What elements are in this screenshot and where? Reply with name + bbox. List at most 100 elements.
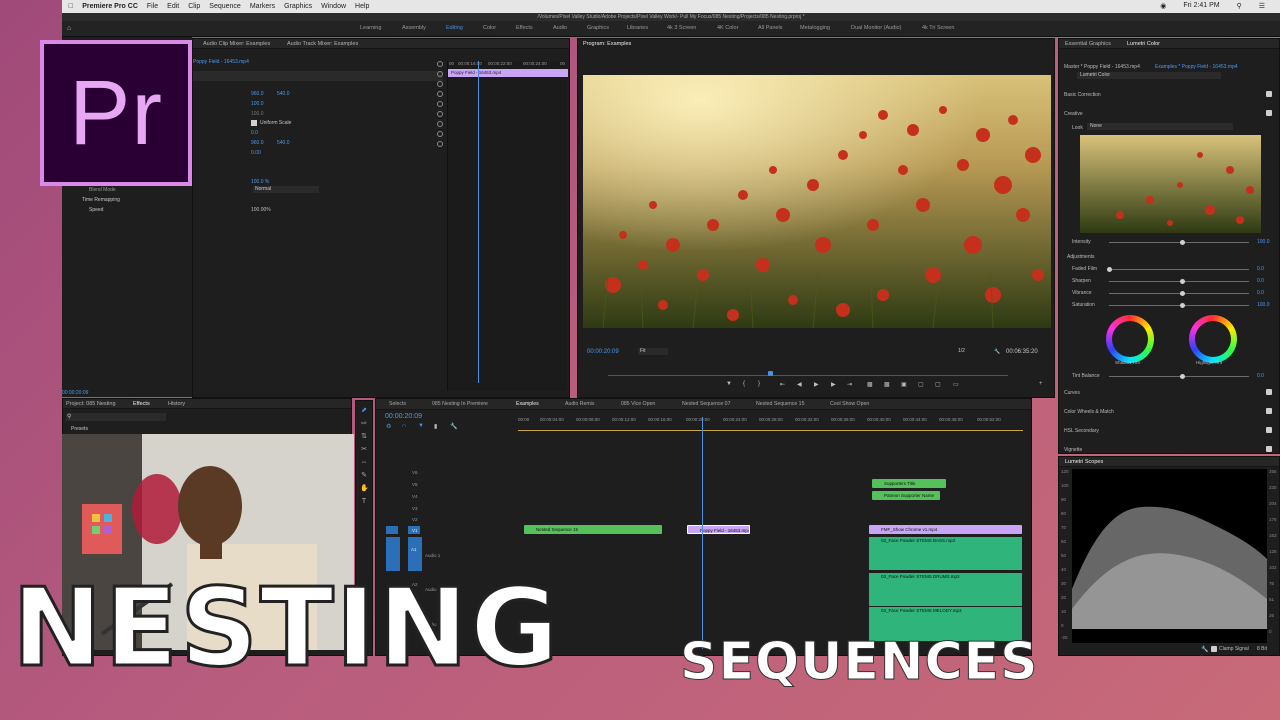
tab-lumetri-color[interactable]: Lumetri Color	[1127, 41, 1160, 47]
tab-seq-nested-07[interactable]: Nested Sequence 07	[682, 401, 730, 407]
track-v6-label[interactable]: V6	[412, 470, 418, 475]
tint-balance-slider[interactable]	[1109, 376, 1249, 377]
apple-icon[interactable]: 	[68, 3, 73, 10]
wifi-icon[interactable]: ◉	[1160, 2, 1166, 10]
reset-icon[interactable]	[437, 61, 443, 67]
intensity-slider[interactable]	[1109, 242, 1249, 243]
menu-window[interactable]: Window	[321, 3, 346, 10]
track-v1-label[interactable]: V1	[412, 528, 418, 533]
timeline-timecode[interactable]: 00:00:20:09	[385, 413, 422, 420]
adjustments-section[interactable]: Adjustments	[1067, 254, 1095, 260]
intensity-value[interactable]: 100.0	[1257, 239, 1270, 245]
look-select[interactable]: None	[1087, 123, 1233, 130]
search-icon[interactable]: ⚲	[1237, 2, 1242, 10]
speed-value[interactable]: 100.00%	[251, 207, 271, 213]
tint-balance-value[interactable]: 0.0	[1257, 373, 1264, 379]
workspace-dualmonitor[interactable]: Dual Monitor (Audio)	[851, 25, 901, 31]
vibrance-knob[interactable]	[1180, 291, 1185, 296]
slip-tool-icon[interactable]: ⇔	[360, 459, 368, 467]
fit-select[interactable]: Fit	[638, 348, 668, 355]
linked-selection-icon[interactable]: ∩	[402, 423, 406, 429]
mini-clip[interactable]: Poppy Field - 16453.mp4	[448, 69, 568, 77]
tab-seq-085-nesting[interactable]: 085 Nesting In Premiere	[432, 401, 488, 407]
vr-icon[interactable]: ▢	[935, 381, 941, 388]
go-to-in-icon[interactable]: ⇤	[780, 381, 785, 388]
position-y[interactable]: 540.0	[277, 91, 290, 97]
mark-in-icon[interactable]: {	[743, 381, 745, 387]
track-v4-label[interactable]: V4	[412, 494, 418, 499]
clock[interactable]: Fri 2:41 PM	[1183, 2, 1219, 10]
timeline-playhead[interactable]	[702, 417, 703, 649]
settings-wrench-icon[interactable]: 🔧	[450, 423, 457, 430]
snap-icon[interactable]: ♻	[386, 423, 391, 430]
source-v1-patch[interactable]	[386, 526, 398, 534]
faded-film-knob[interactable]	[1107, 267, 1112, 272]
sharpen-knob[interactable]	[1180, 279, 1185, 284]
play-icon[interactable]: ▶	[814, 381, 819, 388]
faded-film-value[interactable]: 0.0	[1257, 266, 1264, 272]
selection-tool-icon[interactable]: ⬈	[360, 407, 368, 415]
workspace-4ktri[interactable]: 4k Tri Screen	[922, 25, 954, 31]
menu-help[interactable]: Help	[355, 3, 369, 10]
faded-film-slider[interactable]	[1109, 269, 1249, 270]
basic-correction-checkbox[interactable]	[1266, 91, 1272, 97]
opacity-value[interactable]: 100.0 %	[251, 179, 269, 185]
tab-audio-clip-mixer[interactable]: Audio Clip Mixer: Examples	[203, 41, 270, 47]
effect-mini-timeline[interactable]: 00 00:00:16:00 00:00:22:00 00:00:24:00 0…	[447, 61, 568, 391]
mark-out-icon[interactable]: }	[758, 381, 760, 387]
track-a1-label[interactable]: A1	[411, 547, 417, 552]
anti-flicker-value[interactable]: 0.00	[251, 150, 261, 156]
menu-clip[interactable]: Clip	[188, 3, 200, 10]
scope-settings-icon[interactable]: 🔧	[1201, 646, 1208, 653]
look-preview-thumbnail[interactable]	[1080, 135, 1261, 233]
clamp-signal-checkbox[interactable]	[1211, 646, 1217, 652]
menu-graphics[interactable]: Graphics	[284, 3, 312, 10]
track-select-tool-icon[interactable]: ⇨	[360, 420, 368, 428]
vibrance-value[interactable]: 0.0	[1257, 290, 1264, 296]
extract-icon[interactable]: ▩	[884, 381, 890, 388]
vibrance-slider[interactable]	[1109, 293, 1249, 294]
tab-seq-cool-show[interactable]: Cool Show Open	[830, 401, 869, 407]
add-marker-icon[interactable]: ▼	[418, 423, 424, 429]
menu-markers[interactable]: Markers	[250, 3, 275, 10]
go-to-out-icon[interactable]: ⇥	[847, 381, 852, 388]
export-frame-icon[interactable]: ▣	[901, 381, 907, 388]
menu-file[interactable]: File	[147, 3, 158, 10]
work-area-bar[interactable]	[518, 430, 1023, 431]
reset-icon[interactable]	[437, 111, 443, 117]
tab-history[interactable]: History	[168, 401, 185, 407]
tab-seq-vice-open[interactable]: 085 Vice Open	[621, 401, 655, 407]
add-marker-icon[interactable]: ▼	[726, 381, 732, 387]
program-playhead[interactable]	[768, 371, 773, 376]
color-wheels-section[interactable]: Color Wheels & Match	[1064, 409, 1114, 415]
pen-tool-icon[interactable]: ✎	[360, 472, 368, 480]
tab-essential-graphics[interactable]: Essential Graphics	[1065, 41, 1111, 47]
workspace-allpanels[interactable]: All Panels	[758, 25, 782, 31]
highlight-tint-wheel[interactable]	[1189, 315, 1237, 363]
tab-seq-examples[interactable]: Examples	[516, 401, 539, 407]
home-icon[interactable]: ⌂	[67, 25, 75, 32]
resolution-select[interactable]: 1/2	[958, 348, 986, 355]
reset-icon[interactable]	[437, 141, 443, 147]
reset-icon[interactable]	[437, 101, 443, 107]
effects-search-input[interactable]	[66, 413, 166, 421]
track-v2-label[interactable]: V2	[412, 517, 418, 522]
tab-seq-nested-15[interactable]: Nested Sequence 15	[756, 401, 804, 407]
hand-tool-icon[interactable]: ✋	[360, 485, 369, 493]
bit-depth-select[interactable]: 8 Bit	[1257, 646, 1267, 652]
step-back-icon[interactable]: ◀	[797, 381, 802, 388]
reset-icon[interactable]	[437, 91, 443, 97]
clip-audio-drums[interactable]: 03_Face Powder STEMS DRUMS.mp3	[869, 573, 1022, 606]
blend-mode-select[interactable]: Normal	[253, 186, 319, 193]
saturation-knob[interactable]	[1180, 303, 1185, 308]
basic-correction-section[interactable]: Basic Correction	[1064, 92, 1101, 98]
track-v5-label[interactable]: V5	[412, 482, 418, 487]
clip-nested-sequence-15[interactable]: Nested Sequence 15	[524, 525, 662, 534]
razor-tool-icon[interactable]: ✂	[360, 446, 368, 454]
clip-fmf-show-chrome[interactable]: FMF_Show Chrome v1.mp4	[869, 525, 1022, 534]
hsl-secondary-checkbox[interactable]	[1266, 427, 1272, 433]
wrench-icon[interactable]: 🔧	[994, 349, 1000, 355]
proxy-icon[interactable]: ▭	[953, 381, 959, 388]
mini-playhead[interactable]	[478, 61, 479, 383]
tab-audio-track-mixer[interactable]: Audio Track Mixer: Examples	[287, 41, 358, 47]
